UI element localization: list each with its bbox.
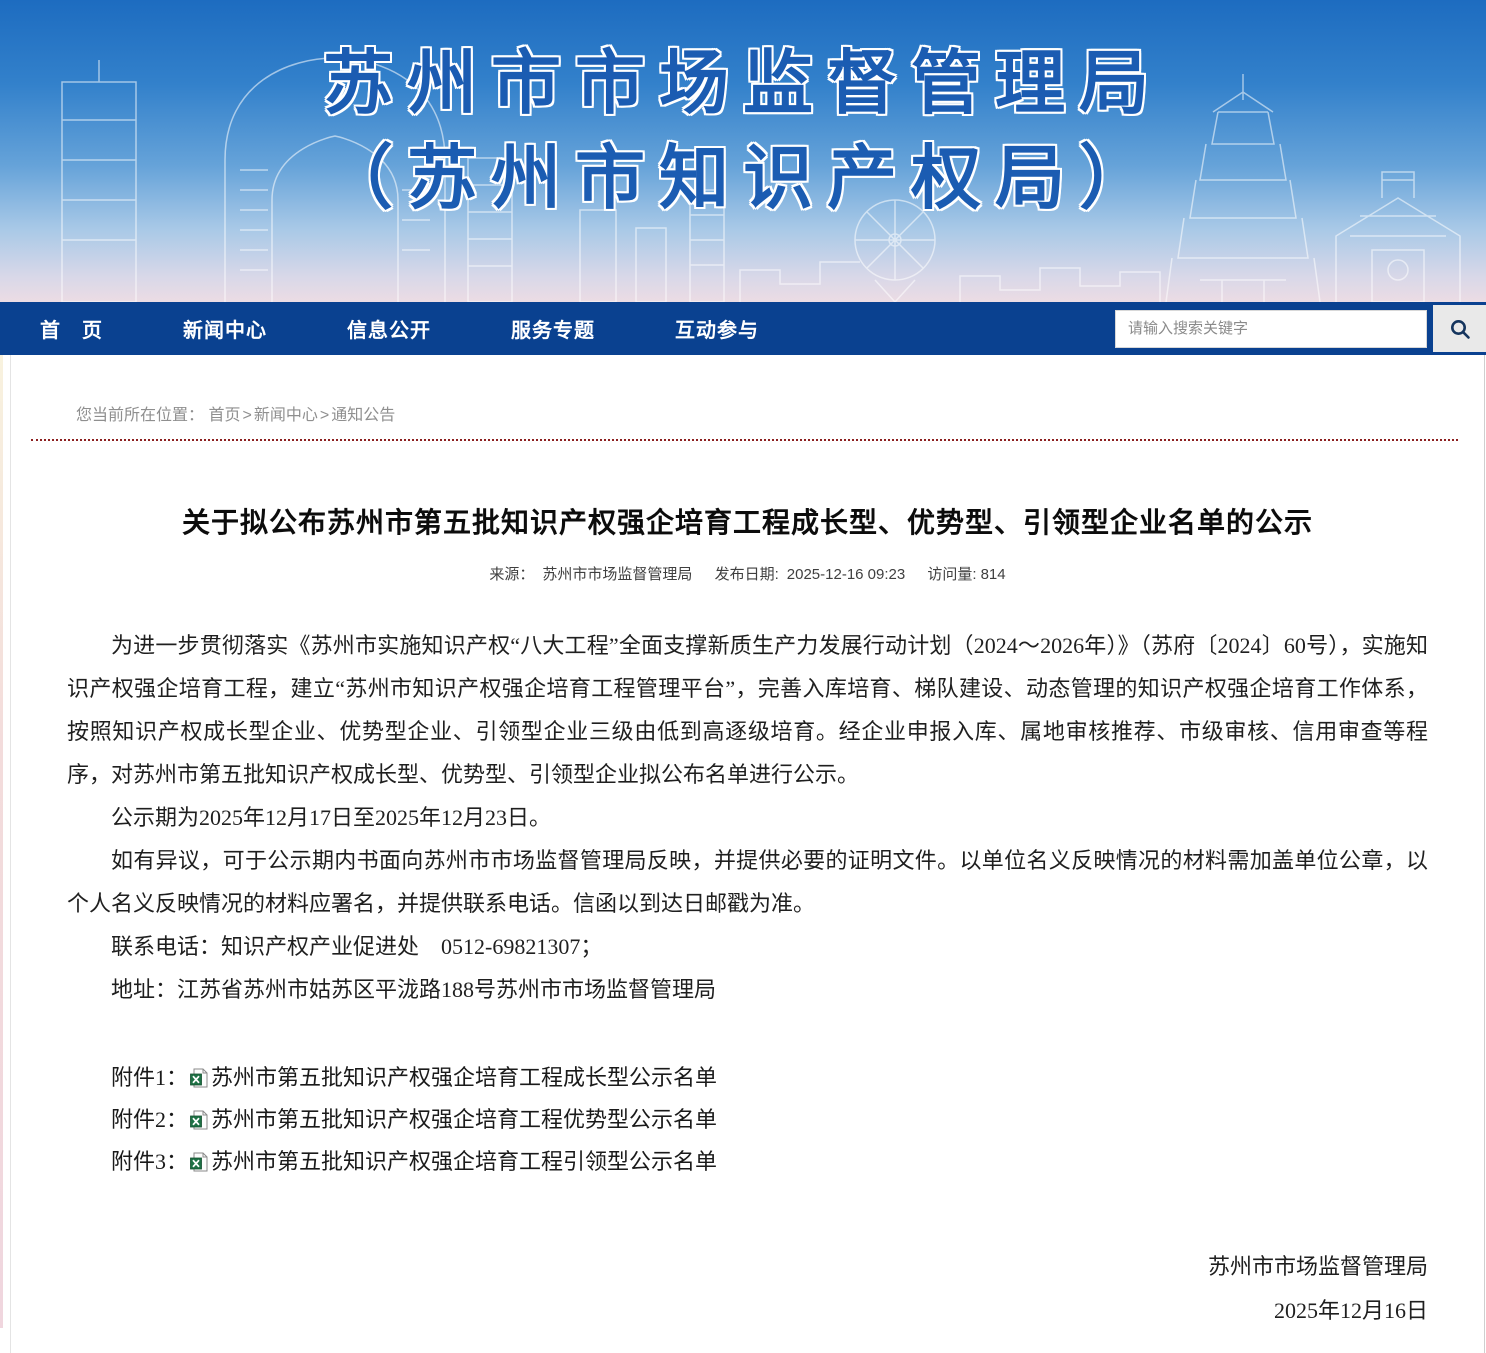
search-box	[1115, 302, 1486, 355]
attachments-list: 附件1： 苏州市第五批知识产权强企培育工程成长型公示名单 附件2： 苏州市第五批知识…	[67, 1057, 1428, 1183]
breadcrumb-prefix: 您当前所在位置：	[76, 407, 204, 424]
breadcrumb: 您当前所在位置： 首页>新闻中心>通知公告	[11, 355, 1484, 439]
meta-source-label: 来源：	[489, 566, 534, 583]
excel-file-icon	[190, 1068, 208, 1088]
meta-date-label: 发布日期:	[715, 566, 779, 583]
signature-date: 2025年12月16日	[67, 1289, 1428, 1333]
breadcrumb-notices[interactable]: 通知公告	[331, 407, 395, 424]
search-icon	[1448, 317, 1472, 341]
site-title: 苏州市市场监督管理局 （苏州市知识产权局）	[0, 0, 1486, 226]
paragraph: 为进一步贯彻落实《苏州市实施知识产权“八大工程”全面支撑新质生产力发展行动计划（…	[67, 624, 1428, 796]
meta-date: 2025-12-16 09:23	[787, 566, 905, 583]
nav-item-home[interactable]: 首 页	[40, 314, 103, 343]
attachment-row: 附件2： 苏州市第五批知识产权强企培育工程优势型公示名单	[67, 1099, 1428, 1141]
article-body: 为进一步贯彻落实《苏州市实施知识产权“八大工程”全面支撑新质生产力发展行动计划（…	[67, 624, 1428, 1011]
attachment-link-leading[interactable]: 苏州市第五批知识产权强企培育工程引领型公示名单	[211, 1149, 717, 1174]
page-edge-strip	[0, 355, 3, 1328]
paragraph: 公示期为2025年12月17日至2025年12月23日。	[67, 796, 1428, 839]
site-title-line1: 苏州市市场监督管理局	[0, 36, 1486, 131]
site-title-line2: （苏州市知识产权局）	[0, 131, 1486, 226]
article-title: 关于拟公布苏州市第五批知识产权强企培育工程成长型、优势型、引领型企业名单的公示	[51, 501, 1444, 541]
paragraph: 如有异议，可于公示期内书面向苏州市市场监督管理局反映，并提供必要的证明文件。以单…	[67, 839, 1428, 925]
paragraph-contact-phone: 联系电话：知识产权产业促进处 0512-69821307；	[67, 925, 1428, 968]
signature-block: 苏州市市场监督管理局 2025年12月16日	[67, 1245, 1428, 1333]
attachment-row: 附件1： 苏州市第五批知识产权强企培育工程成长型公示名单	[67, 1057, 1428, 1099]
attachment-label: 附件1：	[111, 1065, 188, 1090]
excel-file-icon	[190, 1152, 208, 1172]
nav-item-info[interactable]: 信息公开	[347, 314, 431, 343]
breadcrumb-news[interactable]: 新闻中心	[254, 407, 318, 424]
breadcrumb-home[interactable]: 首页	[208, 407, 240, 424]
excel-file-icon	[190, 1110, 208, 1130]
header-banner: 苏州市市场监督管理局 （苏州市知识产权局）	[0, 0, 1486, 302]
article-meta: 来源： 苏州市市场监督管理局 发布日期: 2025-12-16 09:23 访问量:…	[11, 563, 1484, 584]
nav-item-services[interactable]: 服务专题	[511, 314, 595, 343]
nav-item-news[interactable]: 新闻中心	[183, 314, 267, 343]
breadcrumb-separator: >	[242, 407, 251, 424]
main-nav: 首 页 新闻中心 信息公开 服务专题 互动参与	[0, 302, 1486, 355]
search-input[interactable]	[1115, 310, 1427, 348]
attachment-row: 附件3： 苏州市第五批知识产权强企培育工程引领型公示名单	[67, 1141, 1428, 1183]
meta-source: 苏州市市场监督管理局	[542, 566, 692, 583]
meta-views: 814	[981, 566, 1006, 583]
dotted-divider	[31, 439, 1458, 441]
signature-org: 苏州市市场监督管理局	[67, 1245, 1428, 1289]
attachment-link-growth[interactable]: 苏州市第五批知识产权强企培育工程成长型公示名单	[211, 1065, 717, 1090]
content-frame: 您当前所在位置： 首页>新闻中心>通知公告 关于拟公布苏州市第五批知识产权强企培…	[10, 355, 1485, 1353]
meta-views-label: 访问量:	[927, 566, 976, 583]
breadcrumb-separator: >	[320, 407, 329, 424]
paragraph-address: 地址：江苏省苏州市姑苏区平泷路188号苏州市市场监督管理局	[67, 968, 1428, 1011]
search-button[interactable]	[1433, 305, 1486, 352]
attachment-label: 附件3：	[111, 1149, 188, 1174]
attachment-link-advantage[interactable]: 苏州市第五批知识产权强企培育工程优势型公示名单	[211, 1107, 717, 1132]
nav-item-interact[interactable]: 互动参与	[675, 314, 759, 343]
attachment-label: 附件2：	[111, 1107, 188, 1132]
